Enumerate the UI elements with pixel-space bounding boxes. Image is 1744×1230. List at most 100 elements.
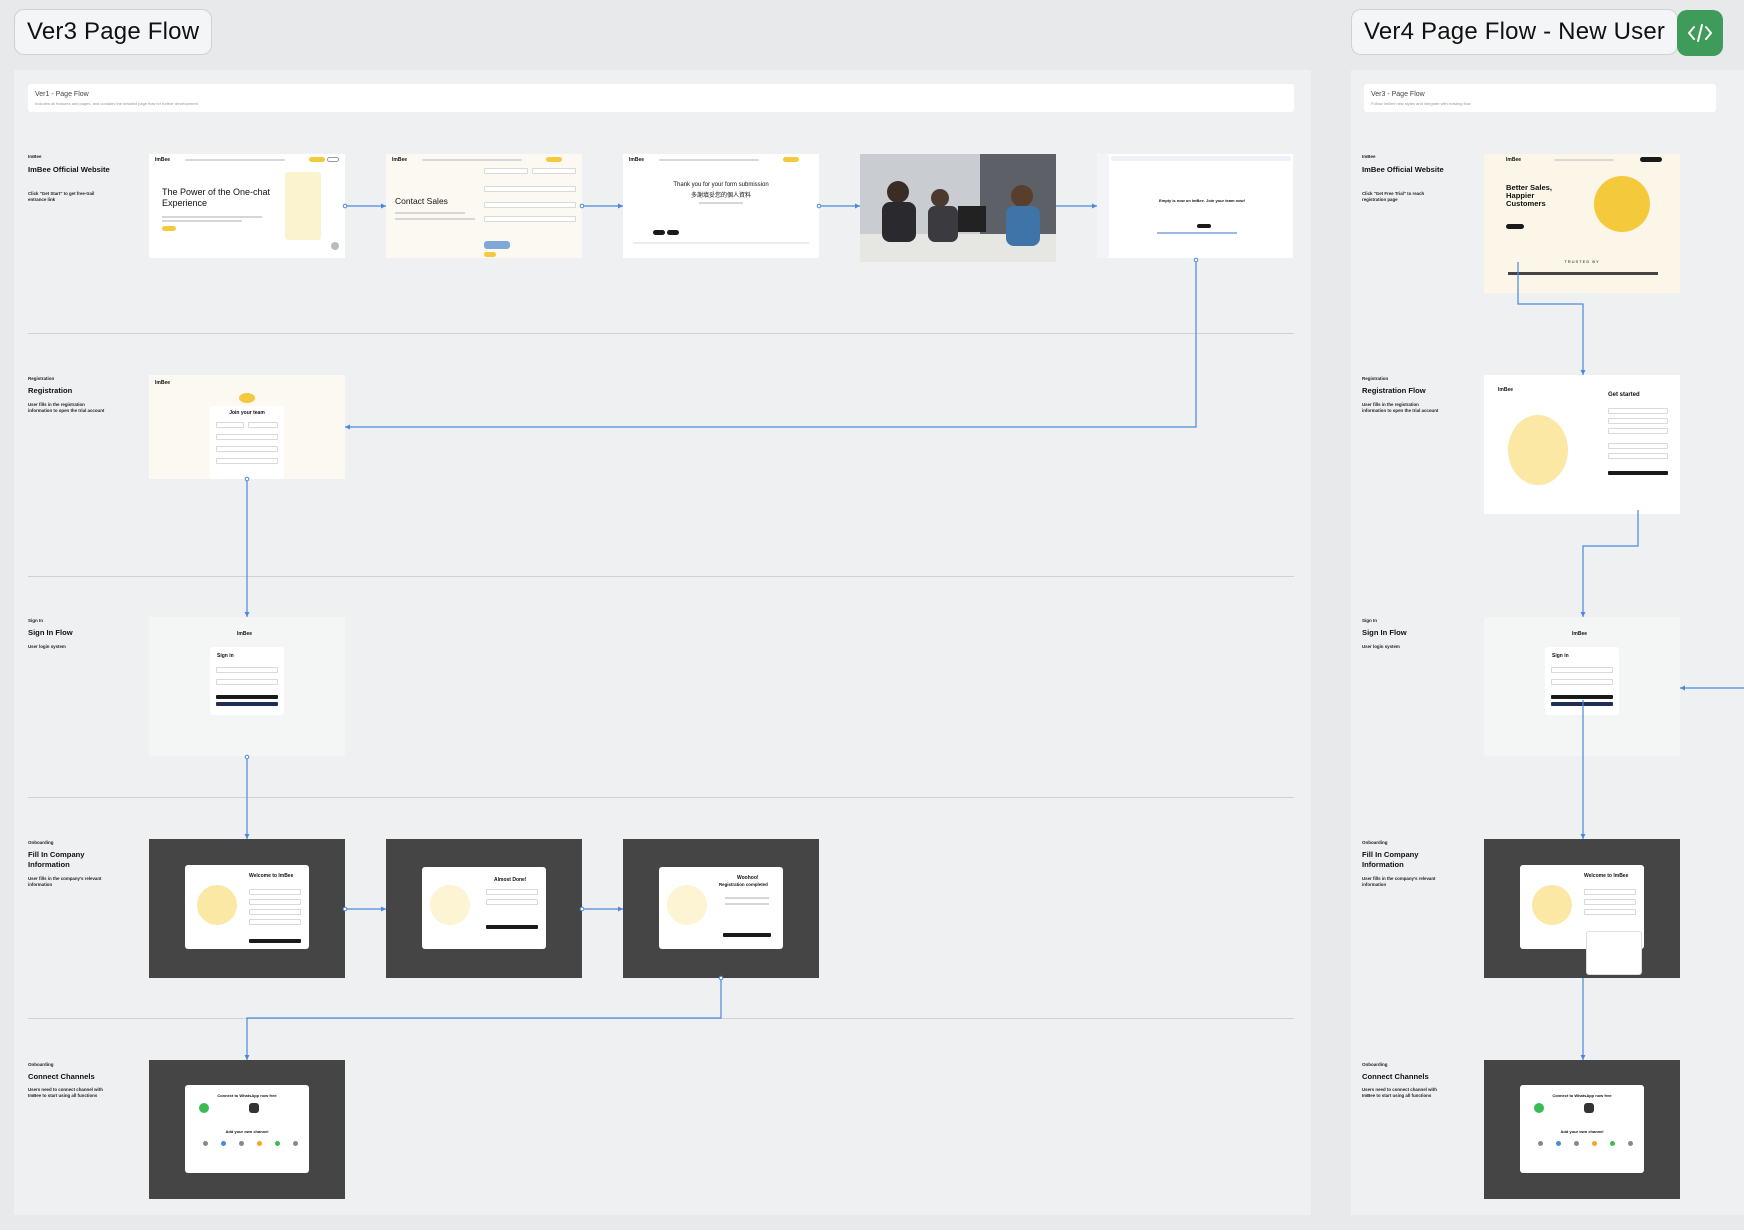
nav-bar [185,159,285,161]
next-button [249,939,301,943]
mail-sidebar [1097,154,1109,258]
channel-icon [1610,1141,1615,1146]
cta-button [1506,224,1524,229]
channel-icon [293,1141,298,1146]
form-field [486,889,538,895]
sign-in-title: Sign in [1552,653,1569,659]
confirm-password-field [216,458,278,464]
frame-homepage[interactable]: ImBee The Power of the One-chat Experien… [149,154,345,258]
connect-whatsapp-title: Connect to WhatsApp now free [217,1093,277,1098]
frame-almost-done[interactable]: Almost Done! [386,839,582,978]
whatsapp-icon [199,1103,209,1113]
start-button [723,933,771,937]
lane-description: User fills in the registration informati… [28,402,105,413]
lane-description: Users need to connect channel with ImBee… [1362,1087,1437,1098]
channel-icon [203,1141,208,1146]
connect-channels-modal: Connect to WhatsApp now free Add your ow… [1520,1085,1644,1173]
thank-you-heading: Thank you for your form submission [673,182,769,188]
email-field [216,667,278,673]
form-field [486,899,538,905]
submit-button [484,252,496,257]
hero-photo [1594,176,1650,232]
lane-title: Fill In Company Information [1362,850,1419,869]
frame-sign-in[interactable]: ImBee Sign in [149,617,345,756]
lane-description: Users need to connect channel with ImBee… [28,1087,103,1098]
connect-whatsapp-title: Connect to WhatsApp now free [1552,1093,1612,1098]
avatar [331,242,339,250]
store-badge [653,230,665,235]
frame-registration-completed[interactable]: Woohoo! Registration completed [623,839,819,978]
channel-icon [1538,1141,1543,1146]
frame-connect-channels[interactable]: Connect to WhatsApp now free Add your ow… [149,1060,345,1199]
form-field [484,186,576,192]
office-photo [860,154,1056,262]
lane-description: User login system [1362,644,1400,649]
get-start-button [309,157,325,162]
company-field [249,889,301,895]
chat-preview [285,172,321,240]
tag-label: Ver3 Page Flow [27,18,200,45]
lane-kicker: Sign In [28,618,43,623]
welcome-title: Welcome to ImBee [1584,873,1629,879]
imbee-logo: ImBee [1572,631,1588,637]
channel-icon [257,1141,262,1146]
password-field [216,679,278,685]
frame-welcome-modal[interactable]: Welcome to ImBee [149,839,345,978]
channel-icon [1592,1141,1597,1146]
tag-ver4-page-flow[interactable]: Ver4 Page Flow - New User [1351,9,1679,55]
footer [633,242,809,244]
completed-modal: Woohoo! Registration completed [659,867,783,949]
sign-in-card: Sign in [210,647,284,715]
sign-in-button [1551,695,1613,699]
board-header-title: Ver3 - Page Flow [1371,91,1425,98]
frame-get-started[interactable]: ImBee Get started [1484,375,1680,514]
board-header: Ver1 - Page Flow Includes all features a… [28,84,1294,112]
imbee-logo: ImBee [629,157,645,163]
email-heading: Empty is now on ImBee. Join your team no… [1158,198,1245,203]
qr-code-icon [249,1103,259,1113]
welcome-modal: Welcome to ImBee [185,865,309,949]
email-field [1551,667,1613,673]
password-field [216,446,278,452]
hero-heading: Better Sales, Happier Customers [1506,183,1553,208]
text-line [725,897,769,899]
password-field [1551,679,1613,685]
code-view-button[interactable] [1677,10,1723,56]
thank-you-heading-cn: 多謝填妥您的個人資料 [690,193,751,199]
frame-join-team[interactable]: ImBee Join your team [149,375,345,479]
board-header-subtitle: Includes all features and pages, and con… [35,101,198,106]
lane-kicker: ImBee [28,154,42,159]
join-team-title: Join your team [229,410,265,416]
lane-title: Sign In Flow [28,628,73,637]
imbee-logo: ImBee [1498,387,1514,393]
frame-welcome-modal[interactable]: Welcome to ImBee [1484,839,1680,978]
login-button [327,157,339,162]
form-field [532,168,576,174]
lane-description: User fills in the registration informati… [1362,402,1439,413]
mail-search [1111,156,1291,161]
frame-sign-in[interactable]: ImBee Sign in [1484,617,1680,756]
frame-contact-sales[interactable]: ImBee Contact Sales [386,154,582,258]
join-button [1197,224,1211,228]
text-line [395,212,465,214]
form-field [1608,453,1668,459]
imbee-logo: ImBee [1506,157,1522,163]
tag-ver3-page-flow[interactable]: Ver3 Page Flow [14,9,213,55]
cta-button [162,226,176,231]
tag-label: Ver4 Page Flow - New User [1364,18,1666,45]
welcome-illustration [197,885,237,925]
size-field [1584,909,1636,915]
lane-kicker: ImBee [1362,154,1376,159]
link-line [1157,232,1237,234]
lane-title: Registration [28,386,73,395]
frame-email-invite[interactable]: Empty is now on ImBee. Join your team no… [1097,154,1293,258]
lane-divider [28,797,1294,798]
first-name-field [216,422,244,428]
get-free-trial-button [1640,157,1662,162]
frame-thank-you[interactable]: ImBee Thank you for your form submission… [623,154,819,258]
channel-icon [1574,1141,1579,1146]
industry-field [1584,899,1636,905]
frame-new-homepage[interactable]: ImBee Better Sales, Happier Customers TR… [1484,154,1680,293]
frame-connect-channels[interactable]: Connect to WhatsApp now free Add your ow… [1484,1060,1680,1199]
get-start-button [546,157,562,162]
